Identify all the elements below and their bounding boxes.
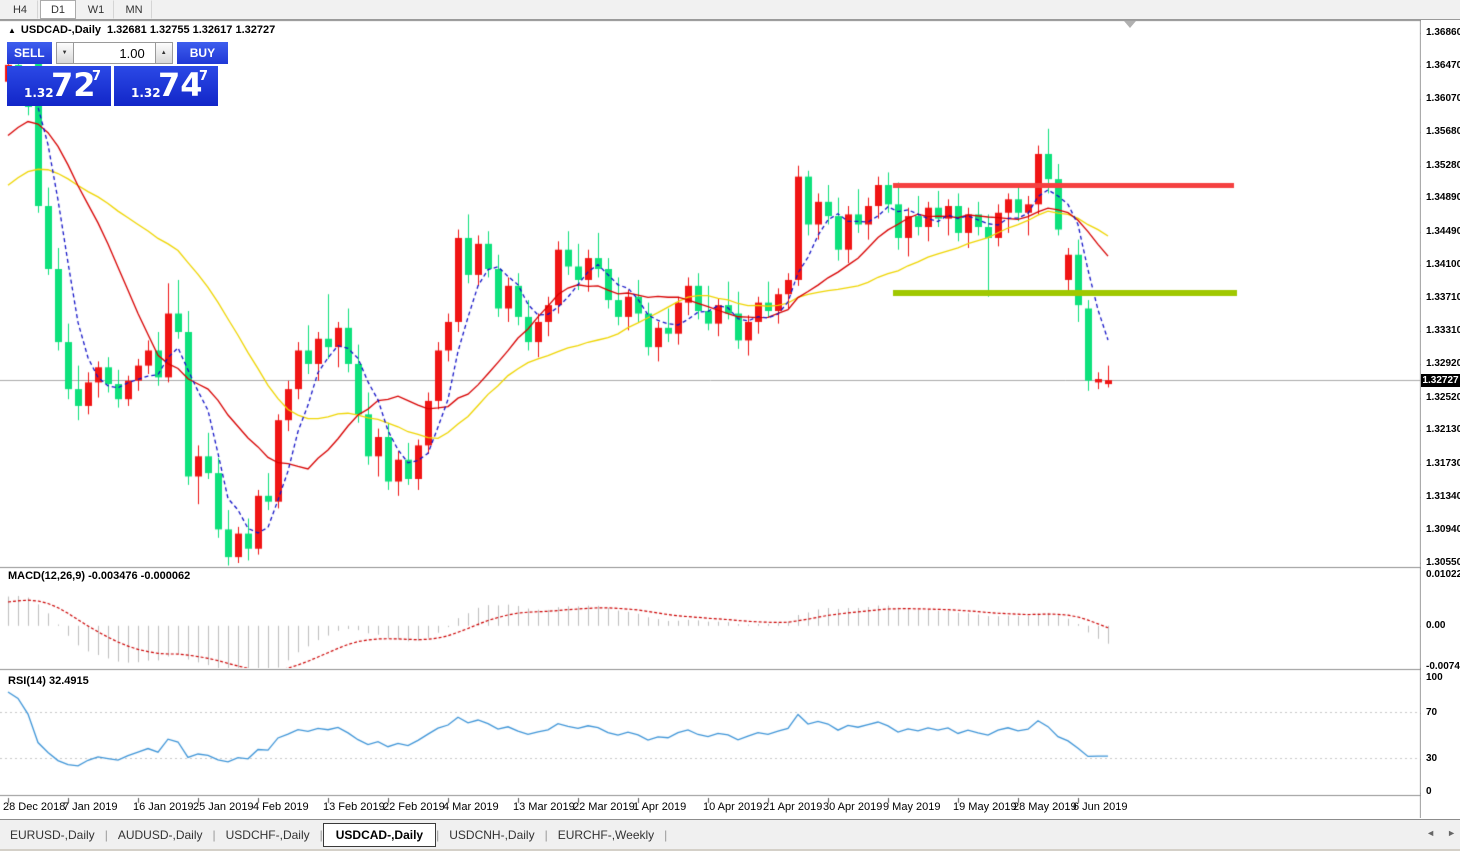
price-axis-label: 1.36860 bbox=[1426, 27, 1460, 38]
chart-ohlc-quote: 1.32681 1.32755 1.32617 1.32727 bbox=[107, 24, 275, 36]
price-axis-label: 1.31730 bbox=[1426, 458, 1460, 469]
macd-axis-label: 0.00 bbox=[1426, 620, 1445, 631]
sell-price-big: 72 bbox=[51, 66, 96, 104]
chart-tab-usdchfdaily[interactable]: USDCHF-,Daily bbox=[216, 823, 320, 847]
price-axis-label: 1.34100 bbox=[1426, 259, 1460, 270]
tabs-scroll-left-icon[interactable]: ◄ bbox=[1426, 828, 1435, 838]
tabs-scroll-right-icon[interactable]: ► bbox=[1447, 828, 1456, 838]
timeframe-button-H4[interactable]: H4 bbox=[2, 0, 38, 19]
rsi-axis-label: 0 bbox=[1426, 786, 1432, 797]
date-axis-label: 25 Jan 2019 bbox=[193, 801, 254, 813]
buy-price-prefix: 1.32 bbox=[131, 86, 161, 100]
price-chart-canvas[interactable] bbox=[0, 20, 1460, 818]
scroll-end-marker-icon[interactable] bbox=[1124, 21, 1136, 28]
one-click-trade-panel: SELL ▼ ▲ BUY 1.32 72 7 1.32 74 7 bbox=[7, 42, 228, 106]
timeframe-toolbar: H4D1W1MN bbox=[0, 0, 1460, 20]
date-axis-label: 16 Jan 2019 bbox=[133, 801, 194, 813]
volume-increase-button[interactable]: ▲ bbox=[155, 42, 173, 64]
price-axis-label: 1.33310 bbox=[1426, 325, 1460, 336]
price-axis-label: 1.32520 bbox=[1426, 392, 1460, 403]
date-axis-label: 7 Jan 2019 bbox=[63, 801, 117, 813]
date-axis-label: 9 May 2019 bbox=[883, 801, 940, 813]
chart-header: ▲ USDCAD-,Daily 1.32681 1.32755 1.32617 1.… bbox=[8, 24, 281, 36]
date-axis-label: 28 May 2019 bbox=[1013, 801, 1077, 813]
date-axis-label: 22 Feb 2019 bbox=[383, 801, 445, 813]
volume-decrease-button[interactable]: ▼ bbox=[56, 42, 74, 64]
price-axis-label: 1.31340 bbox=[1426, 491, 1460, 502]
buy-price-sup: 7 bbox=[199, 69, 208, 84]
price-axis-label: 1.34890 bbox=[1426, 192, 1460, 203]
date-axis-label: 10 Apr 2019 bbox=[703, 801, 762, 813]
buy-button[interactable]: BUY bbox=[177, 42, 228, 64]
date-axis-label: 22 Mar 2019 bbox=[573, 801, 635, 813]
sell-button[interactable]: SELL bbox=[7, 42, 52, 64]
chart-title: USDCAD-,Daily bbox=[21, 24, 101, 36]
current-price-tag: 1.32727 bbox=[1421, 374, 1460, 387]
price-axis-label: 1.32130 bbox=[1426, 424, 1460, 435]
macd-axis-label: -0.007477 bbox=[1426, 661, 1460, 672]
price-axis-label: 1.36070 bbox=[1426, 93, 1460, 104]
price-axis-label: 1.35680 bbox=[1426, 126, 1460, 137]
timeframe-button-MN[interactable]: MN bbox=[116, 0, 152, 19]
rsi-axis-label: 70 bbox=[1426, 707, 1437, 718]
volume-input[interactable] bbox=[74, 42, 155, 64]
buy-price-box[interactable]: 1.32 74 7 bbox=[114, 66, 218, 106]
chart-tab-usdcnhdaily[interactable]: USDCNH-,Daily bbox=[439, 823, 544, 847]
price-axis-label: 1.33710 bbox=[1426, 292, 1460, 303]
chart-tab-audusddaily[interactable]: AUDUSD-,Daily bbox=[108, 823, 213, 847]
price-axis-label: 1.35280 bbox=[1426, 160, 1460, 171]
sell-price-sup: 7 bbox=[92, 69, 101, 84]
sell-price-box[interactable]: 1.32 72 7 bbox=[7, 66, 111, 106]
arrow-up-icon: ▲ bbox=[161, 50, 167, 56]
date-axis-label: 19 May 2019 bbox=[953, 801, 1017, 813]
chart-tab-eurusddaily[interactable]: EURUSD-,Daily bbox=[0, 823, 105, 847]
chart-tab-usdcaddaily[interactable]: USDCAD-,Daily bbox=[323, 823, 436, 847]
chart-tab-bar: EURUSD-,Daily|AUDUSD-,Daily|USDCHF-,Dail… bbox=[0, 819, 1460, 849]
sell-price-prefix: 1.32 bbox=[24, 86, 54, 100]
date-axis-label: 1 Apr 2019 bbox=[633, 801, 686, 813]
date-axis-label: 13 Feb 2019 bbox=[323, 801, 385, 813]
price-axis-label: 1.32920 bbox=[1426, 358, 1460, 369]
date-axis-label: 30 Apr 2019 bbox=[823, 801, 882, 813]
date-axis-label: 21 Apr 2019 bbox=[763, 801, 822, 813]
price-axis-label: 1.34490 bbox=[1426, 226, 1460, 237]
rsi-axis-label: 30 bbox=[1426, 753, 1437, 764]
price-axis-label: 1.30940 bbox=[1426, 524, 1460, 535]
date-axis-label: 4 Feb 2019 bbox=[253, 801, 309, 813]
timeframe-button-W1[interactable]: W1 bbox=[78, 0, 114, 19]
arrow-down-icon: ▼ bbox=[62, 50, 68, 56]
price-axis[interactable]: 1.36860 1.36470 1.36070 1.35680 1.35280 1.348… bbox=[1421, 20, 1460, 818]
buy-price-big: 74 bbox=[158, 66, 203, 104]
price-axis-label: 1.30550 bbox=[1426, 557, 1460, 568]
rsi-indicator-label: RSI(14) 32.4915 bbox=[8, 675, 89, 687]
chart-tab-eurchfweekly[interactable]: EURCHF-,Weekly bbox=[548, 823, 664, 847]
collapse-icon[interactable]: ▲ bbox=[8, 26, 16, 35]
date-axis-label: 4 Mar 2019 bbox=[443, 801, 499, 813]
date-axis-label: 13 Mar 2019 bbox=[513, 801, 575, 813]
macd-axis-label: 0.010229 bbox=[1426, 569, 1460, 580]
rsi-axis-label: 100 bbox=[1426, 672, 1443, 683]
macd-indicator-label: MACD(12,26,9) -0.003476 -0.000062 bbox=[8, 570, 190, 582]
tab-separator: | bbox=[664, 828, 667, 842]
date-axis-label: 6 Jun 2019 bbox=[1073, 801, 1127, 813]
date-axis-label: 28 Dec 2018 bbox=[3, 801, 65, 813]
price-axis-label: 1.36470 bbox=[1426, 60, 1460, 71]
timeframe-button-D1[interactable]: D1 bbox=[40, 0, 76, 19]
date-axis[interactable]: 28 Dec 20187 Jan 2019 16 Jan 201925 Jan 2… bbox=[0, 798, 1421, 818]
